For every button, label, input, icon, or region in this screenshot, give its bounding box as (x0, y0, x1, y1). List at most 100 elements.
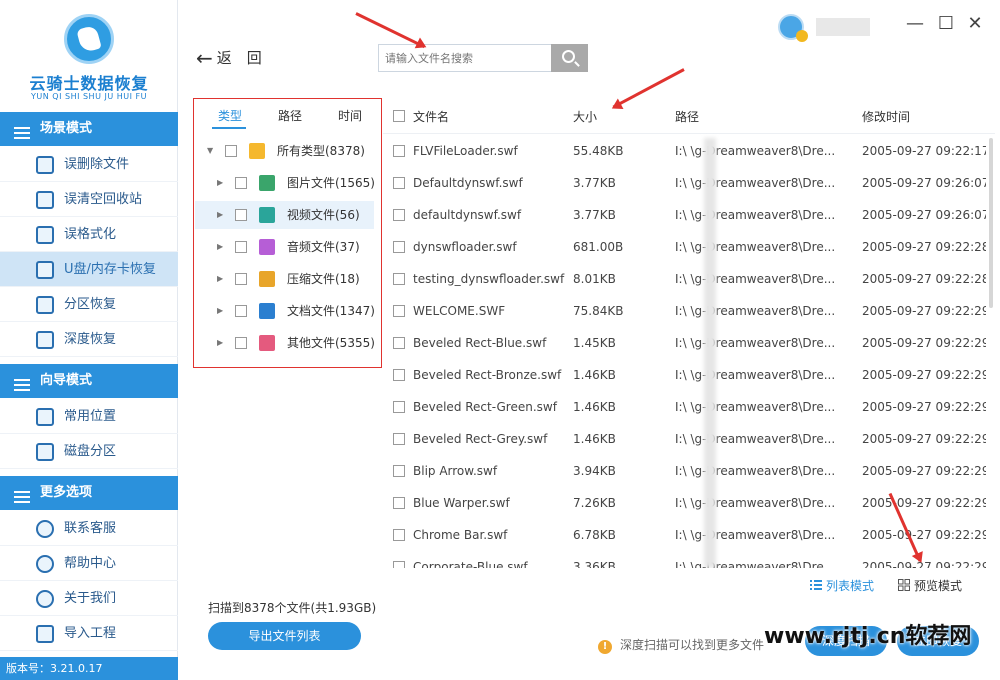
sidebar-item-label: 导入工程 (64, 626, 117, 641)
col-header-modified[interactable]: 修改时间 (862, 108, 910, 125)
sidebar-item-partition[interactable]: 分区恢复 (0, 287, 178, 322)
table-row[interactable]: testing_dynswfloader.swf 8.01KB I:\ \g-Dre… (383, 263, 995, 295)
type-checkbox[interactable] (235, 273, 247, 285)
row-checkbox[interactable] (393, 529, 405, 541)
type-checkbox[interactable] (235, 305, 247, 317)
type-checkbox[interactable] (235, 209, 247, 221)
row-checkbox[interactable] (393, 273, 405, 285)
type-node-archives[interactable]: ▶ 压缩文件(18) (195, 265, 374, 293)
sidebar-item-usb-card[interactable]: U盘/内存卡恢复 (0, 252, 178, 287)
sidebar-item-about-us[interactable]: 关于我们 (0, 581, 178, 616)
row-checkbox[interactable] (393, 209, 405, 221)
images-icon (259, 175, 275, 191)
cell-filename: Beveled Rect-Bronze.swf (413, 368, 562, 382)
row-checkbox[interactable] (393, 337, 405, 349)
row-checkbox[interactable] (393, 177, 405, 189)
row-checkbox[interactable] (393, 433, 405, 445)
help-center-icon (36, 555, 54, 573)
caret-right-icon[interactable]: ▶ (217, 201, 223, 229)
type-node-images[interactable]: ▶ 图片文件(1565) (195, 169, 375, 197)
type-checkbox[interactable] (235, 241, 247, 253)
tab-time[interactable]: 时间 (338, 107, 362, 124)
avatar[interactable] (778, 14, 808, 42)
col-header-path[interactable]: 路径 (675, 108, 699, 125)
sidebar-item-label: 帮助中心 (64, 556, 117, 571)
cell-modified: 2005-09-27 09:22:29 (862, 432, 986, 446)
export-list-button[interactable]: 导出文件列表 (208, 622, 361, 650)
row-checkbox[interactable] (393, 369, 405, 381)
search-button[interactable] (551, 44, 588, 72)
table-row[interactable]: Corporate-Blue.swf 3.36KB I:\ \g-Dreamweav… (383, 551, 995, 568)
sidebar-item-disk-partition[interactable]: 磁盘分区 (0, 434, 178, 469)
caret-right-icon[interactable]: ▶ (217, 329, 223, 357)
caret-down-icon[interactable]: ▼ (207, 137, 213, 165)
cell-modified: 2005-09-27 09:22:29 (862, 336, 986, 350)
select-all-checkbox[interactable] (393, 110, 405, 122)
table-row[interactable]: Blue Warper.swf 7.26KB I:\ \g-Dreamweaver8… (383, 487, 995, 519)
cell-modified: 2005-09-27 09:22:17 (862, 144, 986, 158)
section-title: 场景模式 (40, 121, 93, 136)
sidebar-item-import-project[interactable]: 导入工程 (0, 616, 178, 651)
sidebar-item-deleted-files[interactable]: 误删除文件 (0, 147, 178, 182)
row-checkbox[interactable] (393, 465, 405, 477)
type-node-label: 所有类型(8378) (277, 144, 365, 158)
cell-modified: 2005-09-27 09:22:29 (862, 368, 986, 382)
sidebar-item-common-location[interactable]: 常用位置 (0, 399, 178, 434)
row-checkbox[interactable] (393, 401, 405, 413)
close-button[interactable]: ✕ (965, 14, 985, 34)
table-row[interactable]: defaultdynswf.swf 3.77KB I:\ \g-Dreamweave… (383, 199, 995, 231)
preview-mode-button[interactable]: 预览模式 (898, 577, 962, 594)
tab-path[interactable]: 路径 (278, 107, 302, 124)
row-checkbox[interactable] (393, 241, 405, 253)
row-checkbox[interactable] (393, 145, 405, 157)
maximize-button[interactable]: ☐ (936, 14, 956, 34)
type-node-videos[interactable]: ▶ 视频文件(56) (195, 201, 374, 229)
table-row[interactable]: Beveled Rect-Bronze.swf 1.46KB I:\ \g-Drea… (383, 359, 995, 391)
table-row[interactable]: WELCOME.SWF 75.84KB I:\ \g-Dreamweaver8\Dr… (383, 295, 995, 327)
caret-right-icon[interactable]: ▶ (217, 233, 223, 261)
search-input[interactable] (378, 44, 551, 72)
archives-icon (259, 271, 275, 287)
type-node-all-types[interactable]: ▼ 所有类型(8378) (195, 137, 374, 165)
sidebar-item-contact-support[interactable]: 联系客服 (0, 511, 178, 546)
type-checkbox[interactable] (235, 177, 247, 189)
sidebar-item-label: 分区恢复 (64, 297, 117, 312)
type-checkbox[interactable] (225, 145, 237, 157)
table-row[interactable]: Beveled Rect-Blue.swf 1.45KB I:\ \g-Dreamw… (383, 327, 995, 359)
table-row[interactable]: FLVFileLoader.swf 55.48KB I:\ \g-Dreamweav… (383, 135, 995, 167)
sidebar-item-recycle-bin[interactable]: 误清空回收站 (0, 182, 178, 217)
list-mode-button[interactable]: 列表模式 (810, 577, 874, 594)
type-checkbox[interactable] (235, 337, 247, 349)
table-row[interactable]: Beveled Rect-Green.swf 1.46KB I:\ \g-Dream… (383, 391, 995, 423)
back-button[interactable]: ← 返 回 (196, 46, 262, 70)
caret-right-icon[interactable]: ▶ (217, 265, 223, 293)
type-node-documents[interactable]: ▶ 文档文件(1347) (195, 297, 375, 325)
col-header-size[interactable]: 大小 (573, 108, 597, 125)
col-header-name[interactable]: 文件名 (413, 108, 449, 125)
type-node-audio[interactable]: ▶ 音频文件(37) (195, 233, 374, 261)
table-row[interactable]: dynswfloader.swf 681.00B I:\ \g-Dreamweave… (383, 231, 995, 263)
row-checkbox[interactable] (393, 561, 405, 568)
caret-right-icon[interactable]: ▶ (217, 297, 223, 325)
caret-right-icon[interactable]: ▶ (217, 169, 223, 197)
sidebar-item-format[interactable]: 误格式化 (0, 217, 178, 252)
sidebar-item-label: U盘/内存卡恢复 (64, 262, 156, 277)
minimize-button[interactable]: — (905, 14, 925, 34)
table-scrollbar[interactable] (989, 138, 993, 308)
deep-icon (36, 331, 54, 349)
sidebar-item-help-center[interactable]: 帮助中心 (0, 546, 178, 581)
cell-size: 1.46KB (573, 400, 616, 414)
sidebar-item-label: 误删除文件 (64, 157, 130, 172)
type-node-others[interactable]: ▶ 其他文件(5355) (195, 329, 375, 357)
table-row[interactable]: Blip Arrow.swf 3.94KB I:\ \g-Dreamweaver8\… (383, 455, 995, 487)
back-label: 返 回 (216, 49, 262, 67)
tab-type[interactable]: 类型 (218, 107, 242, 124)
cell-path: I:\ \g-Dreamweaver8\Dre... (675, 176, 836, 190)
row-checkbox[interactable] (393, 497, 405, 509)
table-row[interactable]: Defaultdynswf.swf 3.77KB I:\ \g-Dreamweave… (383, 167, 995, 199)
table-row[interactable]: Beveled Rect-Grey.swf 1.46KB I:\ \g-Dreamw… (383, 423, 995, 455)
sidebar-item-deep[interactable]: 深度恢复 (0, 322, 178, 357)
cell-modified: 2005-09-27 09:26:07 (862, 176, 986, 190)
row-checkbox[interactable] (393, 305, 405, 317)
section-header-more: 更多选项 (0, 476, 178, 510)
